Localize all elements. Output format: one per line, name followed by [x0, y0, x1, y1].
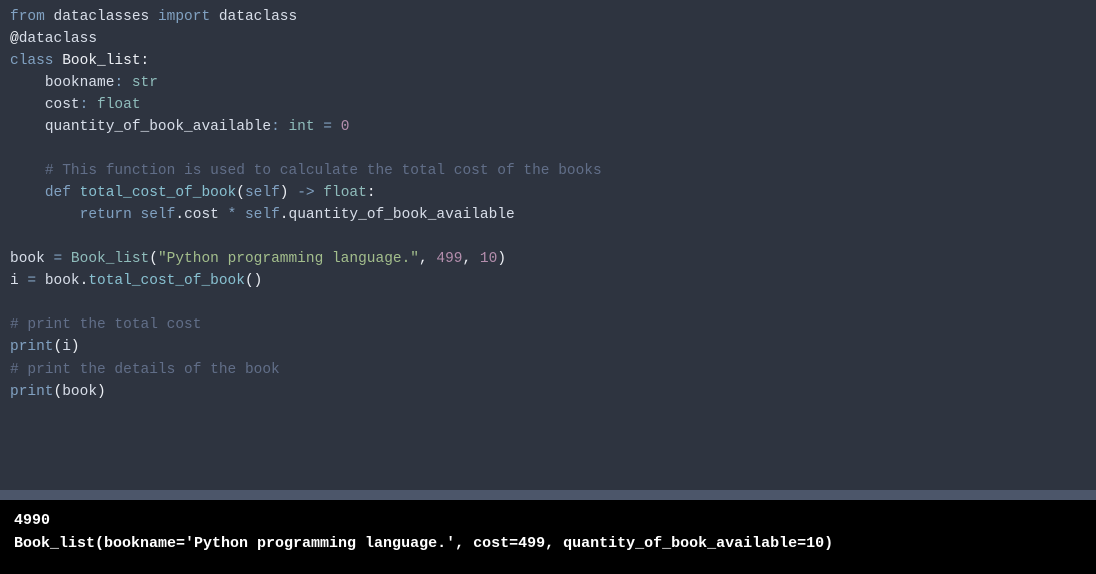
obj-book: book — [45, 273, 80, 289]
comment-print-details: # print the details of the book — [10, 362, 280, 378]
rparen: ) — [254, 273, 263, 289]
code-editor: from dataclasses import dataclass @datac… — [0, 0, 1096, 490]
colon: : — [114, 75, 123, 91]
class-name: Book_list — [62, 53, 140, 69]
method-name: total_cost_of_book — [80, 185, 237, 201]
keyword-from: from — [10, 9, 45, 25]
type-int: int — [288, 119, 314, 135]
panel-divider — [0, 490, 1096, 500]
num-499: 499 — [436, 251, 462, 267]
colon: : — [141, 53, 150, 69]
attr-quantity: quantity_of_book_available — [289, 207, 515, 223]
arrow: -> — [297, 185, 314, 201]
comment-function-desc: # This function is used to calculate the… — [45, 163, 602, 179]
decorator-at: @ — [10, 31, 19, 47]
comment-print-total: # print the total cost — [10, 317, 201, 333]
rparen: ) — [280, 185, 289, 201]
arg-i: i — [62, 339, 71, 355]
lparen: ( — [236, 185, 245, 201]
rparen: ) — [71, 339, 80, 355]
lparen: ( — [149, 251, 158, 267]
keyword-def: def — [45, 185, 71, 201]
dot: . — [175, 207, 184, 223]
self-param: self — [245, 185, 280, 201]
dot: . — [280, 207, 289, 223]
lparen: ( — [245, 273, 254, 289]
arg-book: book — [62, 384, 97, 400]
lparen: ( — [54, 384, 63, 400]
self-ref: self — [141, 207, 176, 223]
output-panel: 4990 Book_list(bookname='Python programm… — [0, 500, 1096, 574]
equals: = — [323, 119, 332, 135]
keyword-class: class — [10, 53, 54, 69]
type-str: str — [132, 75, 158, 91]
print-builtin: print — [10, 384, 54, 400]
colon: : — [80, 97, 89, 113]
return-type: float — [323, 185, 367, 201]
field-quantity: quantity_of_book_available — [45, 119, 271, 135]
self-ref2: self — [245, 207, 280, 223]
import-name: dataclass — [219, 9, 297, 25]
multiply: * — [228, 207, 237, 223]
method-call: total_cost_of_book — [88, 273, 245, 289]
colon: : — [271, 119, 280, 135]
field-cost: cost — [45, 97, 80, 113]
output-line-1: 4990 — [14, 512, 50, 529]
var-book: book — [10, 251, 45, 267]
var-i: i — [10, 273, 19, 289]
comma: , — [463, 251, 472, 267]
comma: , — [419, 251, 428, 267]
field-bookname: bookname — [45, 75, 115, 91]
string-arg: "Python programming language." — [158, 251, 419, 267]
assign: = — [27, 273, 36, 289]
num-10: 10 — [480, 251, 497, 267]
type-float: float — [97, 97, 141, 113]
constructor-call: Book_list — [71, 251, 149, 267]
keyword-return: return — [80, 207, 132, 223]
decorator-name: dataclass — [19, 31, 97, 47]
keyword-import: import — [158, 9, 210, 25]
default-zero: 0 — [341, 119, 350, 135]
print-builtin: print — [10, 339, 54, 355]
assign: = — [54, 251, 63, 267]
output-line-2: Book_list(bookname='Python programming l… — [14, 535, 833, 552]
rparen: ) — [497, 251, 506, 267]
attr-cost: cost — [184, 207, 219, 223]
rparen: ) — [97, 384, 106, 400]
module-name: dataclasses — [54, 9, 150, 25]
lparen: ( — [54, 339, 63, 355]
colon: : — [367, 185, 376, 201]
